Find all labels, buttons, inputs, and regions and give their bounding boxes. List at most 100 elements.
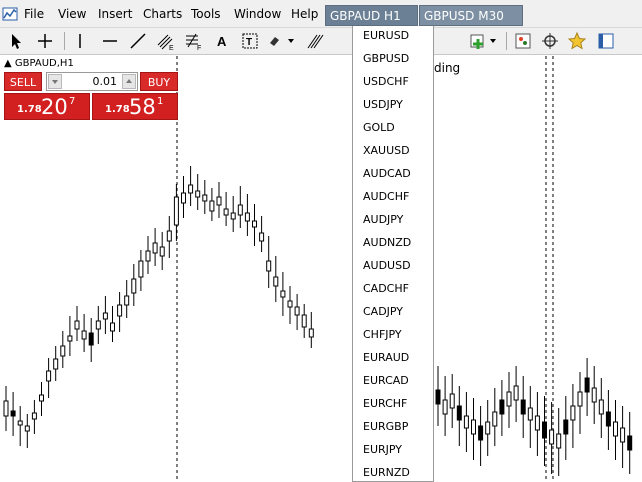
candle-body <box>188 184 194 194</box>
symbol-item-audusd[interactable]: AUDUSD <box>353 254 433 277</box>
symbol-item-euraud[interactable]: EURAUD <box>353 346 433 369</box>
candle-body <box>230 212 236 220</box>
candle-body <box>584 377 590 393</box>
symbol-item-eurchf[interactable]: EURCHF <box>353 392 433 415</box>
candle-body <box>280 290 286 298</box>
horizontal-line-icon[interactable] <box>100 31 120 51</box>
candle-body <box>556 433 562 449</box>
candle-body <box>563 419 569 435</box>
candle-body <box>266 260 272 272</box>
equidistant-channel-icon[interactable]: E <box>156 31 176 51</box>
terminal-window: ▲ GBPAUD,H1 File View Insert Charts Tool… <box>0 0 642 482</box>
vertical-line-icon[interactable] <box>70 31 90 51</box>
symbol-item-usdjpy[interactable]: USDJPY <box>353 93 433 116</box>
fibonacci-icon[interactable]: F <box>184 31 204 51</box>
candle-body <box>202 194 208 202</box>
candle-body <box>223 208 229 216</box>
symbol-item-audchf[interactable]: AUDCHF <box>353 185 433 208</box>
symbol-item-eurusd[interactable]: EURUSD <box>353 26 433 47</box>
svg-text:F: F <box>197 45 201 51</box>
candle-body <box>520 399 526 415</box>
menu-view[interactable]: View <box>56 0 88 28</box>
lot-size-value[interactable]: 0.01 <box>93 75 118 88</box>
candle-body <box>31 412 37 420</box>
symbol-item-eurgbp[interactable]: EURGBP <box>353 415 433 438</box>
crosshair-icon[interactable] <box>35 31 55 51</box>
candle-body <box>598 399 604 415</box>
symbol-item-chfjpy[interactable]: CHFJPY <box>353 323 433 346</box>
one-click-trading-panel: SELL 0.01 BUY 1.78 20 7 1.78 58 1 <box>4 72 178 120</box>
candle-body <box>209 200 215 212</box>
new-order-icon[interactable] <box>468 31 498 51</box>
menu-charts[interactable]: Charts <box>141 0 184 28</box>
trendline-icon[interactable] <box>128 31 148 51</box>
app-chart-icon[interactable] <box>2 6 18 22</box>
navigator-crosshair-icon[interactable] <box>540 31 560 51</box>
symbol-item-audcad[interactable]: AUDCAD <box>353 162 433 185</box>
candle-body <box>485 421 491 435</box>
autotrading-label[interactable]: ding <box>434 61 460 75</box>
svg-text:A: A <box>217 34 227 49</box>
candle-body <box>513 385 519 401</box>
lot-size-stepper[interactable]: 0.01 <box>46 72 138 91</box>
menu-insert[interactable]: Insert <box>96 0 134 28</box>
cursor-icon[interactable] <box>6 31 26 51</box>
candle-body <box>542 421 547 439</box>
market-watch-icon[interactable] <box>513 31 533 51</box>
candle-body <box>102 312 108 320</box>
candle-body <box>216 196 222 206</box>
sell-button[interactable]: SELL <box>4 72 42 91</box>
buy-price-button[interactable]: 1.78 58 1 <box>92 93 178 120</box>
symbol-item-gold[interactable]: GOLD <box>353 116 433 139</box>
lot-decrease-icon[interactable] <box>48 74 62 89</box>
chart-symbol-label: ▲ GBPAUD,H1 <box>4 58 74 69</box>
symbol-item-xauusd[interactable]: XAUUSD <box>353 139 433 162</box>
candle-body <box>577 391 583 407</box>
candle-body <box>131 278 137 294</box>
candle-body <box>195 190 201 198</box>
collapse-arrow-icon[interactable]: ▲ <box>4 58 12 69</box>
svg-text:T: T <box>246 37 252 48</box>
symbol-item-audnzd[interactable]: AUDNZD <box>353 231 433 254</box>
candle-body <box>449 393 455 409</box>
tab-gbpaud-h1[interactable]: GBPAUD H1 <box>325 5 418 26</box>
symbol-item-cadchf[interactable]: CADCHF <box>353 277 433 300</box>
menu-file[interactable]: File <box>22 0 46 28</box>
candle-body <box>138 260 144 278</box>
candle-body <box>74 320 80 330</box>
toolbar-separator <box>506 32 507 50</box>
text-label-icon[interactable]: T <box>240 31 260 51</box>
candle-body <box>46 370 52 382</box>
symbol-item-gbpusd[interactable]: GBPUSD <box>353 47 433 70</box>
symbol-item-eurjpy[interactable]: EURJPY <box>353 438 433 461</box>
symbol-dropdown-menu: EURUSD GBPUSD USDCHF USDJPY GOLD XAUUSD AUDCAD… <box>352 26 434 482</box>
tab-gbpusd-m30[interactable]: GBPUSD M30 <box>419 5 523 26</box>
sell-price-button[interactable]: 1.78 20 7 <box>4 93 90 120</box>
candle-body <box>570 405 576 421</box>
symbol-item-usdchf[interactable]: USDCHF <box>353 70 433 93</box>
symbol-item-audjpy[interactable]: AUDJPY <box>353 208 433 231</box>
candle-body <box>237 204 243 216</box>
favorites-star-icon[interactable] <box>567 31 587 51</box>
menu-help[interactable]: Help <box>289 0 320 28</box>
terminal-window-icon[interactable] <box>596 31 616 51</box>
sell-price-pips: 20 <box>41 95 68 119</box>
text-icon[interactable]: A <box>212 31 232 51</box>
menu-window[interactable]: Window <box>232 0 283 28</box>
candle-body <box>620 427 626 443</box>
symbol-item-cadjpy[interactable]: CADJPY <box>353 300 433 323</box>
symbol-item-eurcad[interactable]: EURCAD <box>353 369 433 392</box>
drawing-toolbar: E F A T ding <box>0 28 642 75</box>
candle-body <box>159 246 165 257</box>
buy-price-fraction: 1 <box>157 96 164 107</box>
arrows-dropdown-icon[interactable] <box>266 31 296 51</box>
candle-body <box>181 192 186 204</box>
buy-button[interactable]: BUY <box>140 72 178 91</box>
candle-body <box>110 322 115 332</box>
gann-icon[interactable] <box>305 31 325 51</box>
menu-tools[interactable]: Tools <box>189 0 223 28</box>
candle-body <box>60 345 66 357</box>
candle-body <box>605 411 611 427</box>
symbol-item-eurnzd[interactable]: EURNZD <box>353 461 433 481</box>
lot-increase-icon[interactable] <box>122 74 136 89</box>
